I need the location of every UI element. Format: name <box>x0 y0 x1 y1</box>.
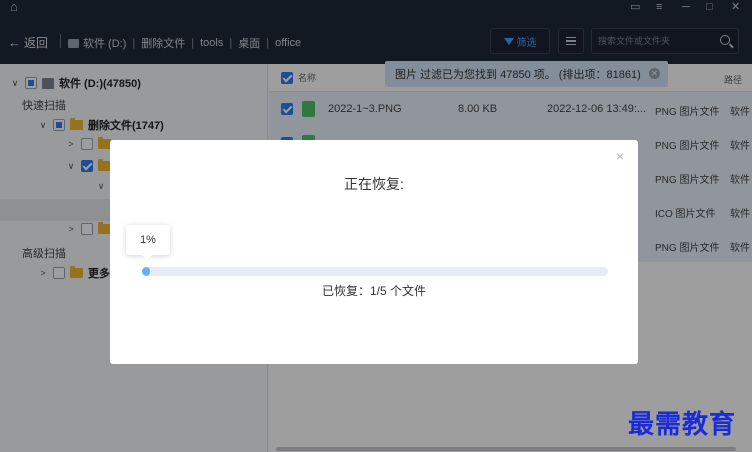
progress-bar <box>142 267 608 276</box>
recovery-status: 已恢复：1/5 个文件 <box>321 284 427 298</box>
progress-percent-tooltip: 1% <box>126 225 170 260</box>
watermark-logo: 最需教育 <box>628 410 737 440</box>
close-dialog-icon[interactable]: × <box>616 148 624 164</box>
recovery-progress-dialog: × 正在恢复: 1% 已恢复：1/5 个文件 <box>110 140 638 364</box>
dialog-title: 正在恢复: <box>344 176 404 192</box>
progress-fill <box>142 267 150 276</box>
